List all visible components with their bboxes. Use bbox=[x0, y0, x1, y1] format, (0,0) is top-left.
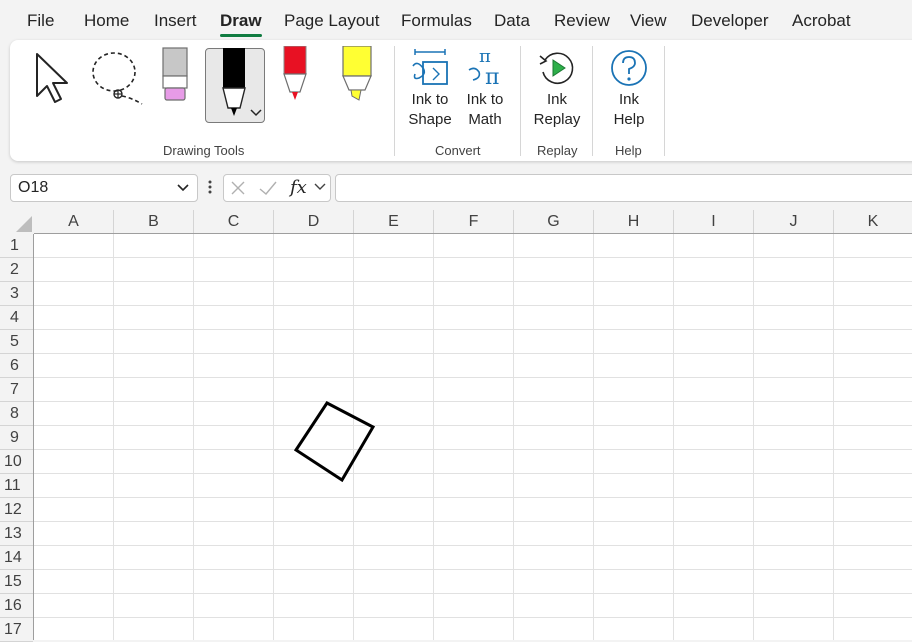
ink-replay-label-line1: Ink bbox=[546, 91, 567, 108]
column-header-j[interactable]: J bbox=[754, 210, 834, 233]
menu-bar: File Home Insert Draw Page Layout Formul… bbox=[0, 0, 912, 40]
column-header-a[interactable]: A bbox=[34, 210, 114, 233]
ink-to-math-label-line2: Math bbox=[468, 111, 502, 128]
drawing-tools-group-label: Drawing Tools bbox=[163, 143, 245, 158]
row-header[interactable]: 3 bbox=[0, 282, 33, 306]
ink-to-math-button[interactable]: π π Ink to Math bbox=[460, 48, 510, 130]
column-header-c[interactable]: C bbox=[194, 210, 274, 233]
column-header-h[interactable]: H bbox=[594, 210, 674, 233]
tab-draw[interactable]: Draw bbox=[220, 11, 262, 37]
worksheet[interactable]: A B C D E F G H I J K 1 2 3 4 5 6 7 8 9 … bbox=[0, 210, 912, 642]
row-header[interactable]: 12 bbox=[0, 498, 33, 522]
row-header[interactable]: 4 bbox=[0, 306, 33, 330]
row-headers: 1 2 3 4 5 6 7 8 9 10 11 12 13 14 15 16 1… bbox=[0, 234, 34, 642]
highlighter-button[interactable] bbox=[340, 45, 374, 109]
column-header-g[interactable]: G bbox=[514, 210, 594, 233]
black-pen-icon bbox=[222, 48, 246, 116]
red-pen-button[interactable] bbox=[280, 45, 310, 109]
column-headers: A B C D E F G H I J K bbox=[34, 210, 912, 234]
ink-to-math-label-line1: Ink to bbox=[466, 91, 504, 108]
chevron-down-icon[interactable] bbox=[314, 182, 326, 192]
tab-page-layout[interactable]: Page Layout bbox=[284, 11, 379, 31]
tab-insert[interactable]: Insert bbox=[154, 11, 197, 31]
chevron-down-icon[interactable] bbox=[175, 178, 191, 196]
select-arrow-icon bbox=[36, 53, 68, 103]
cell-grid[interactable] bbox=[34, 234, 912, 640]
tab-developer[interactable]: Developer bbox=[691, 11, 769, 31]
select-all-triangle-icon bbox=[16, 216, 32, 232]
ink-help-label-line1: Ink bbox=[618, 91, 639, 108]
ink-replay-button[interactable]: Ink Replay bbox=[530, 48, 584, 130]
name-box-value: O18 bbox=[18, 179, 49, 196]
insert-function-button[interactable]: fx bbox=[290, 177, 307, 198]
row-header[interactable]: 17 bbox=[0, 618, 33, 642]
row-header[interactable]: 10 bbox=[0, 450, 33, 474]
column-header-i[interactable]: I bbox=[674, 210, 754, 233]
column-header-d[interactable]: D bbox=[274, 210, 354, 233]
row-header[interactable]: 1 bbox=[0, 234, 33, 258]
black-pen-button[interactable] bbox=[205, 48, 265, 123]
replay-group-label: Replay bbox=[537, 143, 578, 158]
yellow-highlighter-icon bbox=[342, 45, 372, 101]
select-all-corner[interactable] bbox=[0, 210, 34, 234]
help-icon bbox=[611, 50, 647, 86]
lasso-select-icon bbox=[92, 52, 143, 105]
row-header[interactable]: 7 bbox=[0, 378, 33, 402]
ink-to-shape-label-line2: Shape bbox=[408, 111, 452, 128]
ribbon: Drawing Tools Ink to Shape π π Ink to Ma… bbox=[10, 40, 912, 161]
tab-home[interactable]: Home bbox=[84, 11, 129, 31]
row-header[interactable]: 9 bbox=[0, 426, 33, 450]
formula-input[interactable] bbox=[335, 174, 912, 202]
ink-drawing-layer bbox=[293, 401, 376, 483]
row-header[interactable]: 11 bbox=[0, 474, 33, 498]
row-header[interactable]: 16 bbox=[0, 594, 33, 618]
tab-acrobat[interactable]: Acrobat bbox=[792, 11, 851, 31]
row-header[interactable]: 13 bbox=[0, 522, 33, 546]
eraser-button[interactable] bbox=[160, 46, 190, 109]
group-divider bbox=[394, 46, 395, 156]
ink-to-shape-button[interactable]: Ink to Shape bbox=[404, 48, 456, 130]
tab-data[interactable]: Data bbox=[494, 11, 530, 31]
ink-to-math-icon: π π bbox=[468, 48, 499, 88]
column-header-b[interactable]: B bbox=[114, 210, 194, 233]
help-group-label: Help bbox=[615, 143, 642, 158]
row-header[interactable]: 2 bbox=[0, 258, 33, 282]
ink-help-button[interactable]: Ink Help bbox=[604, 48, 654, 130]
ink-help-label-line2: Help bbox=[613, 111, 645, 128]
ink-to-shape-icon bbox=[412, 49, 448, 85]
group-divider bbox=[664, 46, 665, 156]
red-pen-icon bbox=[283, 45, 307, 100]
row-header[interactable]: 6 bbox=[0, 354, 33, 378]
column-header-k[interactable]: K bbox=[834, 210, 912, 233]
name-box[interactable]: O18 bbox=[10, 174, 198, 202]
row-header[interactable]: 8 bbox=[0, 402, 33, 426]
enter-check-icon[interactable] bbox=[258, 180, 278, 196]
group-divider bbox=[592, 46, 593, 156]
ink-to-shape-label-line1: Ink to bbox=[411, 91, 449, 108]
group-divider bbox=[520, 46, 521, 156]
column-header-f[interactable]: F bbox=[434, 210, 514, 233]
tab-review[interactable]: Review bbox=[554, 11, 610, 31]
ink-replay-label-line2: Replay bbox=[533, 111, 581, 128]
chevron-down-icon bbox=[250, 109, 262, 117]
cancel-icon[interactable] bbox=[230, 180, 246, 196]
row-header[interactable]: 14 bbox=[0, 546, 33, 570]
convert-group-label: Convert bbox=[435, 143, 481, 158]
tab-view[interactable]: View bbox=[630, 11, 667, 31]
formula-controls: fx bbox=[223, 174, 331, 202]
tab-file[interactable]: File bbox=[27, 11, 54, 31]
svg-text:π: π bbox=[485, 65, 499, 88]
lasso-select-button[interactable] bbox=[90, 50, 148, 111]
eraser-icon bbox=[162, 47, 188, 101]
ink-replay-icon bbox=[539, 52, 574, 85]
more-options-icon[interactable] bbox=[206, 178, 214, 196]
column-header-e[interactable]: E bbox=[354, 210, 434, 233]
row-header[interactable]: 15 bbox=[0, 570, 33, 594]
select-tool-button[interactable] bbox=[34, 52, 74, 113]
tab-formulas[interactable]: Formulas bbox=[401, 11, 472, 31]
ink-square-shape[interactable] bbox=[293, 401, 376, 483]
row-header[interactable]: 5 bbox=[0, 330, 33, 354]
